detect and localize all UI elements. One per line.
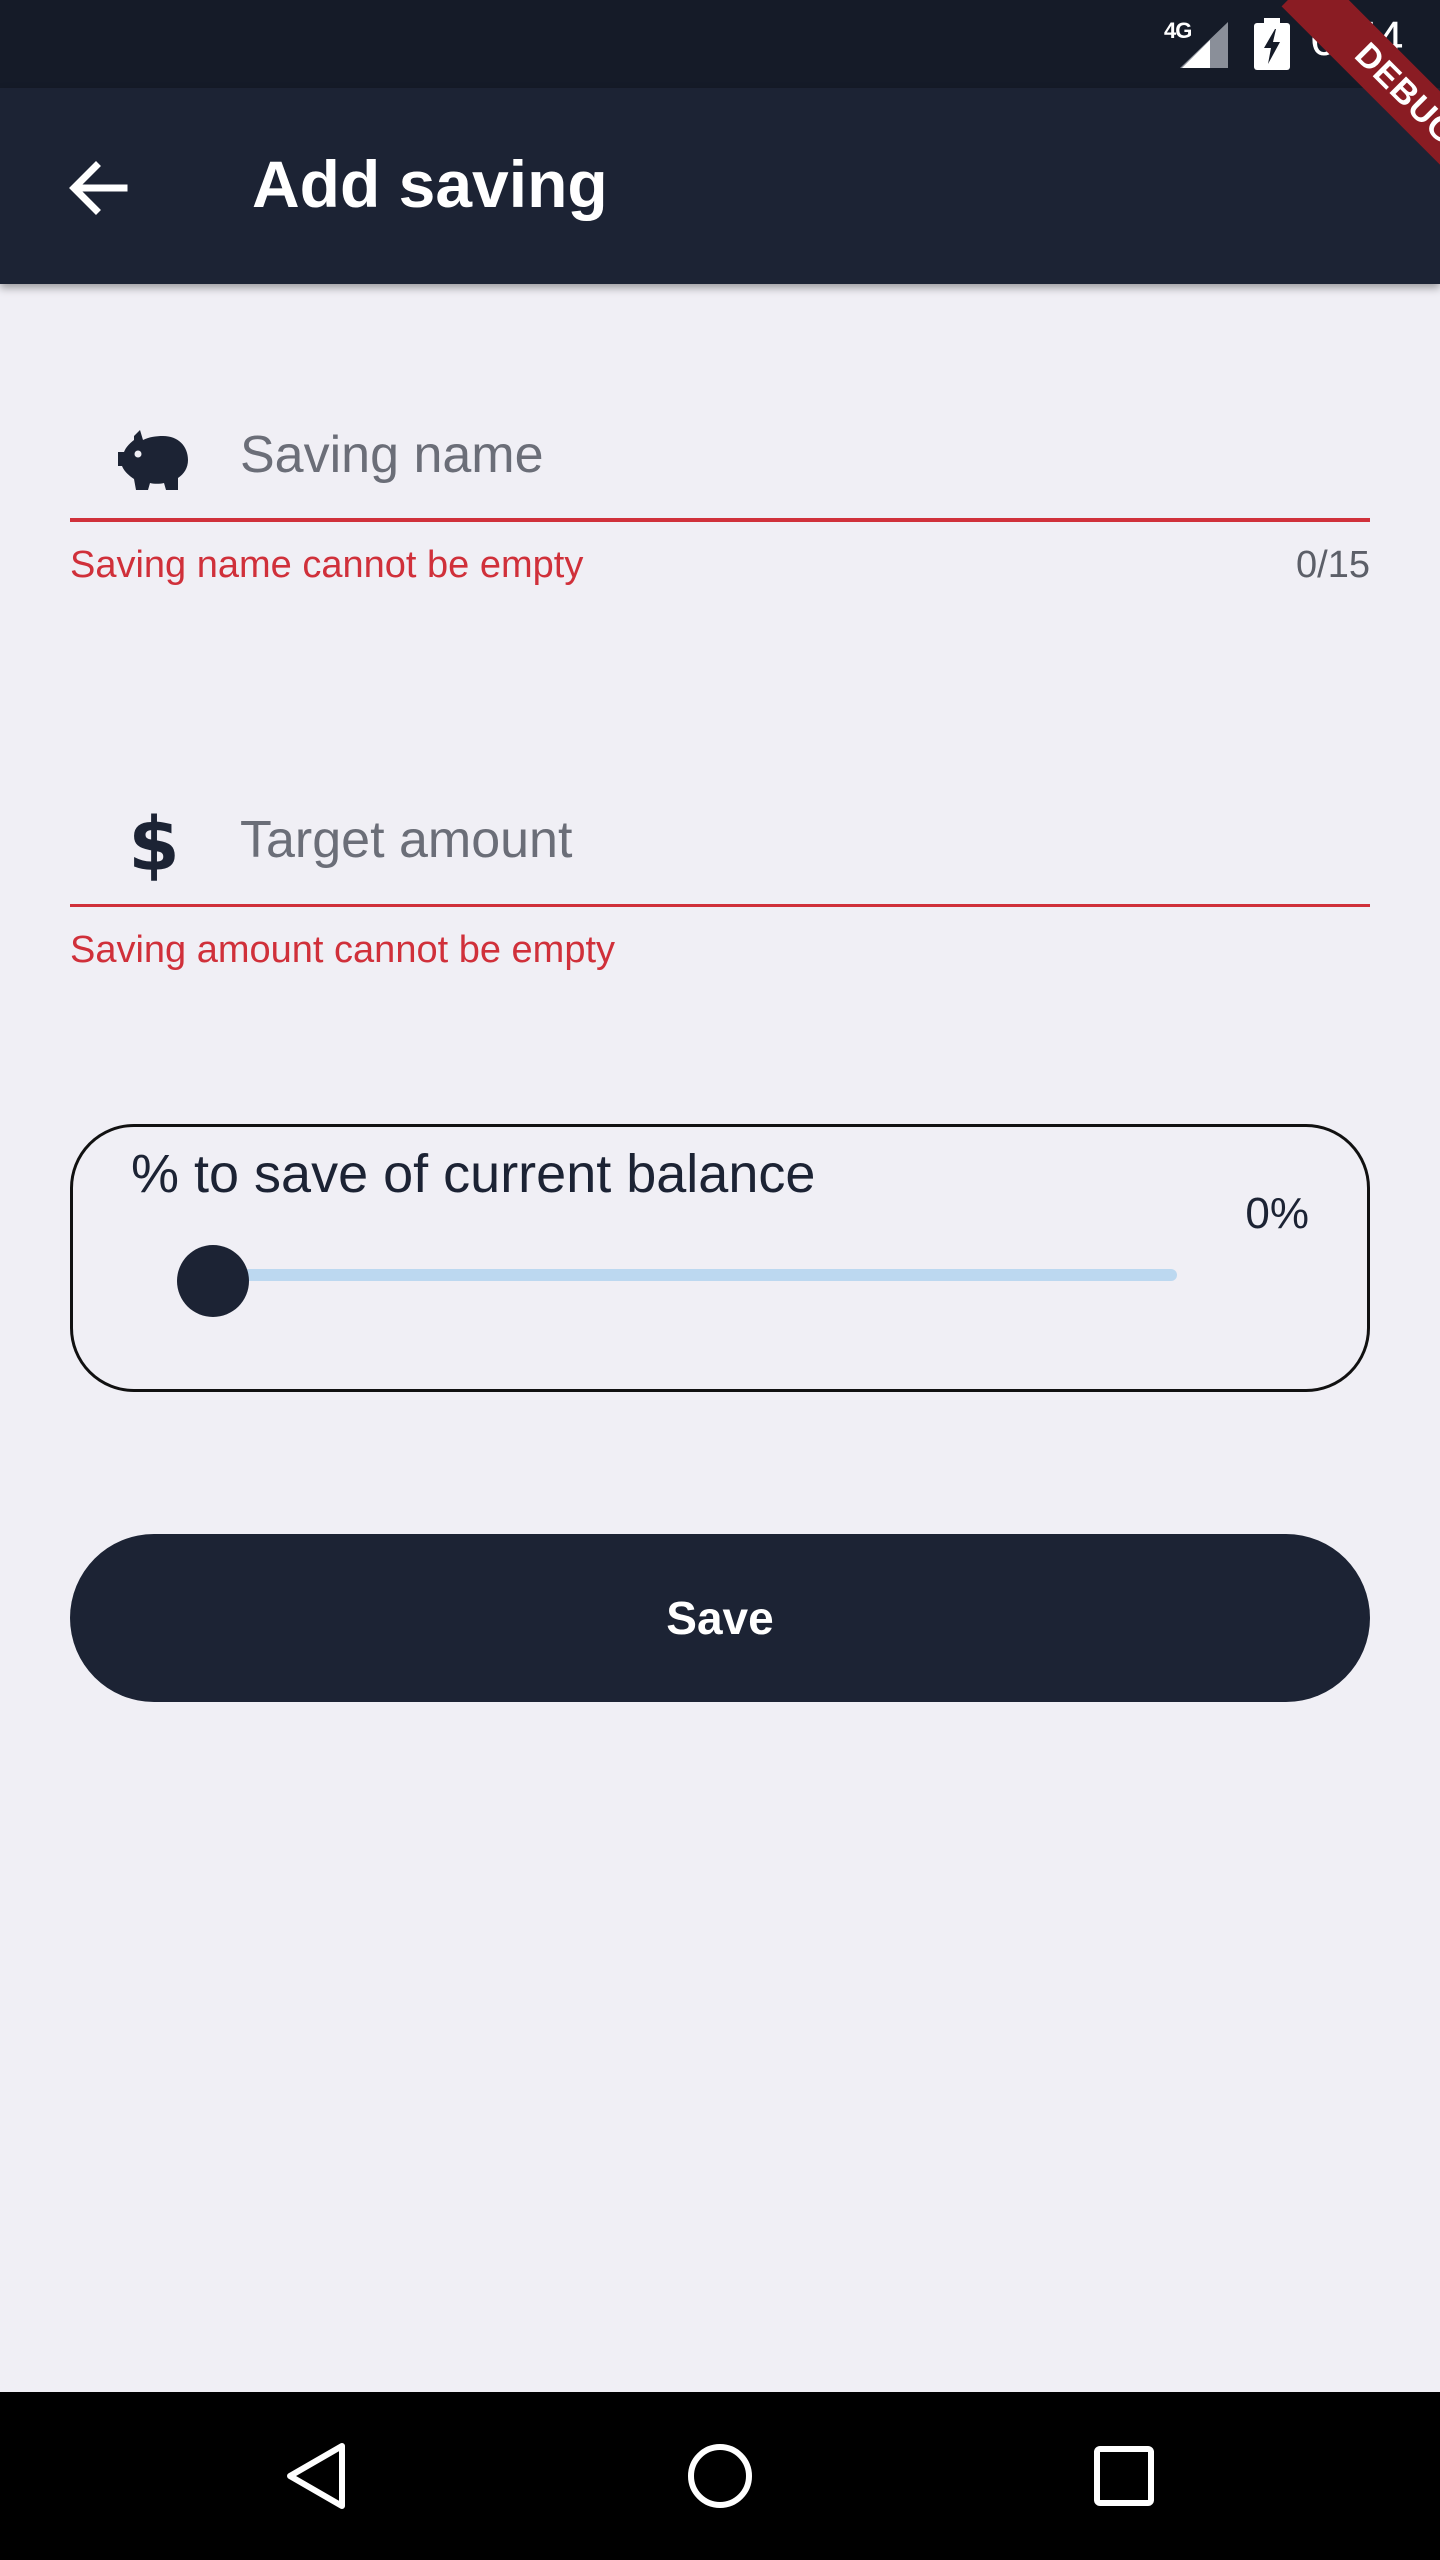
saving-name-error: Saving name cannot be empty [70, 544, 584, 586]
target-amount-field: $ Saving amount cannot be empty [70, 767, 1370, 989]
saving-name-helper: Saving name cannot be empty 0/15 [70, 544, 1370, 604]
slider-thumb[interactable] [177, 1245, 249, 1317]
saving-name-field: Saving name cannot be empty 0/15 [70, 382, 1370, 604]
dollar-icon: $ [116, 802, 192, 888]
nav-home-button[interactable] [670, 2426, 770, 2526]
home-circle-icon [688, 2444, 752, 2508]
nav-back-button[interactable] [266, 2426, 366, 2526]
percent-value: 0% [1245, 1189, 1309, 1238]
back-triangle-icon [287, 2443, 345, 2509]
debug-banner: DEBUG [1240, 0, 1440, 200]
slider-track[interactable] [213, 1269, 1177, 1281]
save-button[interactable]: Save [70, 1534, 1370, 1702]
target-amount-row: $ [70, 767, 1370, 907]
saving-name-input[interactable] [240, 420, 1340, 490]
target-amount-helper: Saving amount cannot be empty [70, 929, 1370, 989]
percent-slider[interactable] [177, 1245, 1177, 1317]
status-bar: 4G 6:54 [0, 0, 1440, 88]
debug-banner-label: DEBUG [1281, 0, 1440, 200]
piggy-bank-icon [116, 422, 192, 498]
percent-label: % to save of current balance [131, 1144, 816, 1204]
navigation-bar [0, 2392, 1440, 2560]
recents-square-icon [1094, 2446, 1154, 2506]
target-amount-input[interactable] [240, 805, 1340, 875]
character-counter: 0/15 [1296, 544, 1370, 586]
signal-icon [1180, 22, 1228, 68]
dollar-glyph: $ [128, 802, 180, 888]
page-title: Add saving [252, 147, 608, 221]
app-bar: Add saving [0, 88, 1440, 284]
target-amount-error: Saving amount cannot be empty [70, 929, 616, 971]
saving-name-row [70, 382, 1370, 522]
nav-recents-button[interactable] [1074, 2426, 1174, 2526]
back-button[interactable] [62, 152, 134, 224]
arrow-back-icon [69, 161, 128, 215]
percent-card: % to save of current balance 0% [70, 1124, 1370, 1392]
